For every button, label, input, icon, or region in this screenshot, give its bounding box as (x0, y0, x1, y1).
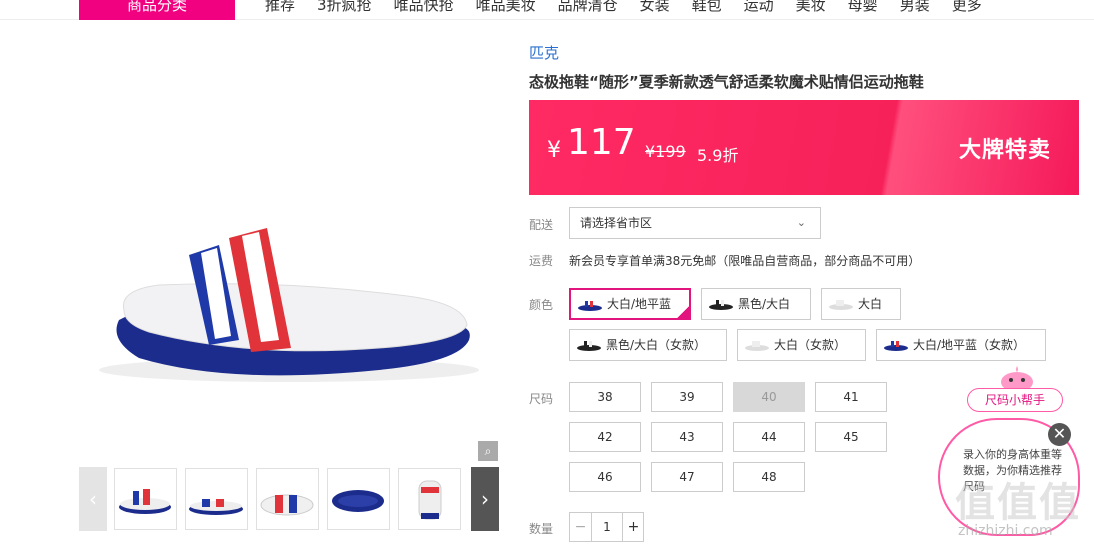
nav-link[interactable]: 运动 (744, 0, 774, 20)
price-bar: ¥ 117 ¥199 5.9折 大牌特卖 (529, 100, 1079, 195)
quantity-input[interactable]: 1 (592, 513, 622, 541)
thumbnail[interactable] (114, 468, 177, 530)
color-option[interactable]: 黑色/大白（女款） (569, 329, 727, 361)
check-icon (676, 305, 690, 319)
quantity-stepper: − 1 + (569, 512, 644, 542)
delivery-region-select[interactable]: 请选择省市区 ⌄ (569, 207, 821, 239)
size-label: 尺码 (529, 392, 554, 406)
thumbnail[interactable] (256, 468, 319, 530)
nav-link[interactable]: 唯品美妆 (476, 0, 536, 20)
nav-link[interactable]: 更多 (952, 0, 982, 20)
brand-link[interactable]: 匹克 (529, 42, 559, 63)
close-icon[interactable]: ✕ (1048, 423, 1071, 446)
nav-link[interactable]: 美妆 (796, 0, 826, 20)
size-option[interactable]: 46 (569, 462, 641, 492)
nav-link[interactable]: 女装 (640, 0, 670, 20)
watermark-url: zhizhizhi.com (958, 523, 1053, 539)
price-current: 117 (567, 122, 636, 163)
color-swatch-icon (709, 300, 733, 310)
thumb-next-button[interactable]: › (471, 467, 499, 531)
thumbnail[interactable] (327, 468, 390, 530)
nav-link[interactable]: 男装 (900, 0, 930, 20)
product-title: 态极拖鞋“随形”夏季新款透气舒适柔软魔术贴情侣运动拖鞋 (529, 73, 924, 91)
color-option[interactable]: 黑色/大白 (701, 288, 811, 320)
size-option[interactable]: 44 (733, 422, 805, 452)
color-option[interactable]: 大白 (821, 288, 901, 320)
nav-link[interactable]: 母婴 (848, 0, 878, 20)
color-option-label: 大白 (858, 297, 883, 311)
color-option-label: 大白/地平蓝（女款） (913, 338, 1026, 352)
size-option[interactable]: 42 (569, 422, 641, 452)
size-option[interactable]: 41 (815, 382, 887, 412)
color-swatch-icon (745, 341, 769, 351)
size-option[interactable]: 45 (815, 422, 887, 452)
nav-link[interactable]: 品牌清仓 (558, 0, 618, 20)
color-swatch-icon (829, 300, 853, 310)
nav-links: 推荐 3折疯抢 唯品快抢 唯品美妆 品牌清仓 女装 鞋包 运动 美妆 母婴 男装… (265, 0, 1004, 20)
thumb-prev-button[interactable]: ‹ (79, 467, 107, 531)
color-option-selected[interactable]: 大白/地平蓝 (569, 288, 691, 320)
color-option-label: 大白（女款） (774, 338, 847, 352)
size-option[interactable]: 43 (651, 422, 723, 452)
shipping-info: 新会员专享首单满38元免邮（限唯品自营商品，部分商品不可用） (569, 254, 921, 268)
color-option-label: 黑色/大白 (738, 297, 791, 311)
thumbnail[interactable] (398, 468, 461, 530)
zoom-icon[interactable]: ⌕ (478, 441, 498, 461)
nav-link[interactable]: 3折疯抢 (317, 0, 372, 20)
chevron-down-icon: ⌄ (796, 216, 806, 229)
product-main-image[interactable] (79, 40, 499, 460)
delivery-placeholder: 请选择省市区 (580, 216, 653, 230)
quantity-label: 数量 (529, 522, 554, 536)
color-swatch-icon (578, 301, 602, 311)
delivery-label: 配送 (529, 218, 554, 232)
color-swatch-icon (884, 341, 908, 351)
size-option[interactable]: 39 (651, 382, 723, 412)
quantity-plus-button[interactable]: + (622, 513, 644, 541)
price-discount: 5.9折 (697, 146, 739, 165)
nav-link[interactable]: 鞋包 (692, 0, 722, 20)
quantity-minus-button[interactable]: − (570, 513, 592, 541)
watermark-logo: 值值值 (955, 480, 1081, 526)
color-option[interactable]: 大白/地平蓝（女款） (876, 329, 1046, 361)
color-label: 颜色 (529, 298, 554, 312)
price-original: ¥199 (645, 142, 686, 161)
slipper-image (99, 228, 479, 382)
size-option[interactable]: 48 (733, 462, 805, 492)
nav-link[interactable]: 推荐 (265, 0, 295, 20)
color-option[interactable]: 大白（女款） (737, 329, 866, 361)
size-helper-button[interactable]: 尺码小帮手 (967, 388, 1063, 412)
color-option-label: 大白/地平蓝 (607, 297, 672, 311)
nav-link[interactable]: 唯品快抢 (394, 0, 454, 20)
color-option-label: 黑色/大白（女款） (606, 338, 707, 352)
category-tab[interactable]: 商品分类 (79, 0, 235, 20)
sale-tag: 大牌特卖 (958, 138, 1051, 163)
price-currency: ¥ (547, 138, 561, 163)
top-nav: 商品分类 推荐 3折疯抢 唯品快抢 唯品美妆 品牌清仓 女装 鞋包 运动 美妆 … (0, 0, 1094, 20)
thumbnail[interactable] (185, 468, 248, 530)
size-option[interactable]: 38 (569, 382, 641, 412)
shipping-label: 运费 (529, 254, 554, 268)
color-swatch-icon (577, 341, 601, 351)
size-option-disabled: 40 (733, 382, 805, 412)
size-option[interactable]: 47 (651, 462, 723, 492)
